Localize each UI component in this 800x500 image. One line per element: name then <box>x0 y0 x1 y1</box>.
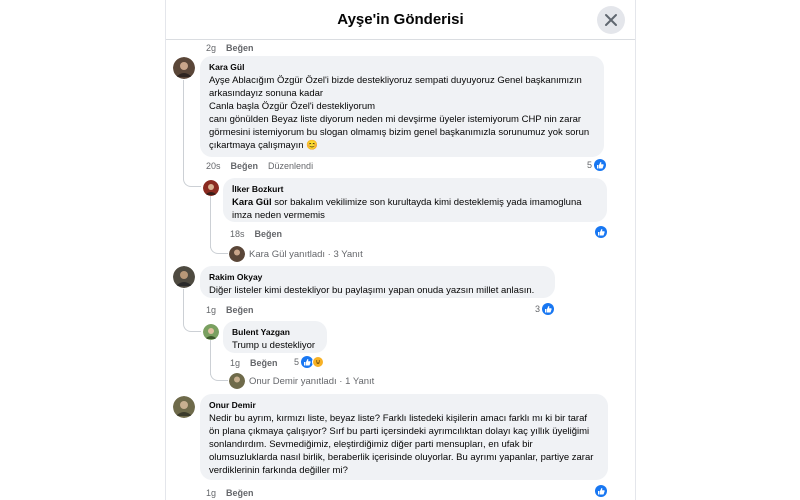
avatar <box>229 373 245 389</box>
avatar[interactable] <box>173 266 195 288</box>
comment-time: 20s <box>206 161 221 171</box>
post-modal: Ayşe'in Gönderisi 2g Beğen Kara Gül Ayşe… <box>165 0 636 500</box>
replies-label: Onur Demir yanıtladı · 1 Yanıt <box>249 375 375 387</box>
reply-bubble: İlker Bozkurt Kara Gül sor bakalım vekil… <box>223 178 607 222</box>
replies-label: Kara Gül yanıtladı · 3 Yanıt <box>249 248 363 260</box>
modal-title: Ayşe'in Gönderisi <box>337 11 464 28</box>
like-link[interactable]: Beğen <box>255 229 283 239</box>
reply-bubble: Bulent Yazgan Trump u destekliyor <box>223 321 327 353</box>
comment-meta: 18s Beğen <box>230 229 282 239</box>
like-link[interactable]: Beğen <box>226 43 254 53</box>
reaction-number: 3 <box>535 304 541 314</box>
thread-line <box>183 289 184 324</box>
like-reaction-icon <box>594 159 607 171</box>
close-button[interactable] <box>597 6 625 34</box>
comment-time: 1g <box>206 488 217 498</box>
thread-connector <box>183 320 201 332</box>
thread-line <box>183 80 184 180</box>
comment-text: Kara Gül sor bakalım vekilimize son kuru… <box>232 197 582 221</box>
reaction-number: 5 <box>294 357 300 367</box>
reaction-count[interactable]: 3 <box>535 303 555 315</box>
like-reaction-icon <box>595 226 607 238</box>
reaction-count[interactable]: 5 <box>587 159 607 171</box>
avatar[interactable] <box>203 324 219 340</box>
comment-meta: 20s Beğen Düzenlendi <box>206 161 313 171</box>
like-link[interactable]: Beğen <box>250 358 278 368</box>
comment-meta: 1g Beğen <box>230 358 278 368</box>
comment-time: 1g <box>230 358 241 368</box>
edited-label: Düzenlendi <box>268 161 314 171</box>
comment-bubble: Kara Gül Ayşe Ablacığım Özgür Özel'i biz… <box>200 56 604 157</box>
view-replies-link[interactable]: Kara Gül yanıtladı · 3 Yanıt <box>229 246 363 262</box>
like-reaction-icon <box>542 303 555 315</box>
thread-connector <box>183 175 201 187</box>
like-link[interactable]: Beğen <box>226 488 254 498</box>
avatar[interactable] <box>203 180 219 196</box>
reaction-count[interactable]: 5 <box>294 356 325 368</box>
thread-line <box>210 340 211 375</box>
reaction-count[interactable] <box>595 226 607 238</box>
reaction-count[interactable] <box>595 485 607 497</box>
thread-connector <box>210 244 228 254</box>
comment-time: 1g <box>206 305 217 315</box>
comment-text: Nedir bu ayrım, kırmızı liste, beyaz lis… <box>209 413 594 476</box>
avatar <box>229 246 245 262</box>
comment-meta: 2g Beğen <box>206 43 254 53</box>
close-icon <box>605 14 617 26</box>
comment-author[interactable]: Rakim Okyay <box>209 272 546 282</box>
comment-time: 18s <box>230 229 245 239</box>
comment-meta: 1g Beğen <box>206 305 254 315</box>
comment-bubble: Onur Demir Nedir bu ayrım, kırmızı liste… <box>200 394 608 480</box>
comment-text: Diğer listeler kimi destekliyor bu payla… <box>209 285 535 296</box>
comment-text: Ayşe Ablacığım Özgür Özel'i bizde destek… <box>209 75 590 151</box>
thread-connector <box>210 371 228 381</box>
modal-header: Ayşe'in Gönderisi <box>166 0 635 40</box>
haha-reaction-icon <box>312 356 325 368</box>
view-replies-link[interactable]: Onur Demir yanıtladı · 1 Yanıt <box>229 373 374 389</box>
comment-author[interactable]: Bulent Yazgan <box>232 327 318 337</box>
like-link[interactable]: Beğen <box>231 161 259 171</box>
like-link[interactable]: Beğen <box>226 305 254 315</box>
comment-time: 2g <box>206 43 217 53</box>
mention-link[interactable]: Kara Gül <box>232 197 272 208</box>
comment-author[interactable]: Onur Demir <box>209 400 599 410</box>
comment-text: Trump u destekliyor <box>232 340 316 351</box>
avatar[interactable] <box>173 57 195 79</box>
comment-author[interactable]: Kara Gül <box>209 62 595 72</box>
thread-line <box>210 196 211 248</box>
smile-emoji: 😊 <box>306 140 318 151</box>
comment-author[interactable]: İlker Bozkurt <box>232 184 598 194</box>
reaction-number: 5 <box>587 160 593 170</box>
comment-bubble: Rakim Okyay Diğer listeler kimi destekli… <box>200 266 555 298</box>
comment-meta: 1g Beğen <box>206 488 254 498</box>
like-reaction-icon <box>595 485 607 497</box>
avatar[interactable] <box>173 396 195 418</box>
